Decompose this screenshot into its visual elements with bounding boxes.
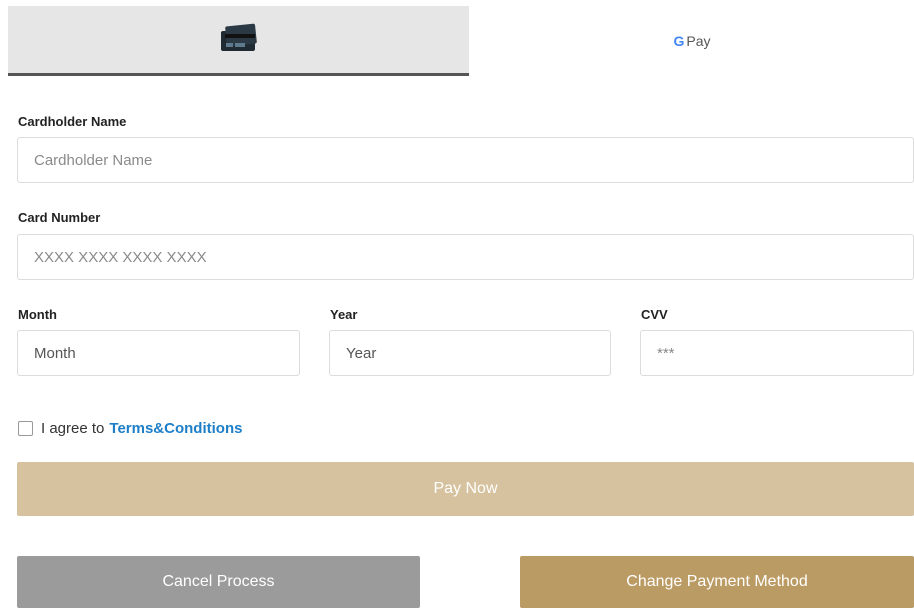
cardholder-name-label: Cardholder Name: [18, 114, 127, 129]
month-label: Month: [18, 307, 57, 322]
cvv-label: CVV: [641, 307, 668, 322]
cvv-input[interactable]: [640, 330, 914, 376]
credit-card-icon: [217, 22, 261, 57]
card-number-input[interactable]: [17, 234, 914, 280]
year-select[interactable]: Year: [329, 330, 611, 376]
cancel-process-button[interactable]: Cancel Process: [17, 556, 420, 608]
tab-card-payment[interactable]: [8, 6, 469, 76]
year-select-value: Year: [346, 344, 377, 362]
card-number-label: Card Number: [18, 210, 101, 225]
cancel-process-label: Cancel Process: [162, 573, 275, 590]
tab-google-pay-label: Pay: [686, 33, 711, 49]
terms-prefix: I agree to: [41, 420, 105, 437]
month-select-value: Month: [34, 344, 76, 362]
cardholder-name-input[interactable]: [17, 137, 914, 183]
terms-agreement: I agree to Terms&Conditions: [18, 420, 242, 437]
year-label: Year: [330, 307, 358, 322]
tab-google-pay[interactable]: G Pay: [470, 6, 914, 76]
pay-now-button[interactable]: Pay Now: [17, 462, 914, 516]
change-payment-method-button[interactable]: Change Payment Method: [520, 556, 914, 608]
terms-checkbox[interactable]: [18, 421, 33, 436]
change-payment-method-label: Change Payment Method: [626, 573, 808, 590]
terms-link[interactable]: Terms&Conditions: [109, 420, 242, 437]
google-g-icon: G: [673, 33, 685, 49]
month-select[interactable]: Month: [17, 330, 300, 376]
pay-now-label: Pay Now: [433, 480, 498, 497]
